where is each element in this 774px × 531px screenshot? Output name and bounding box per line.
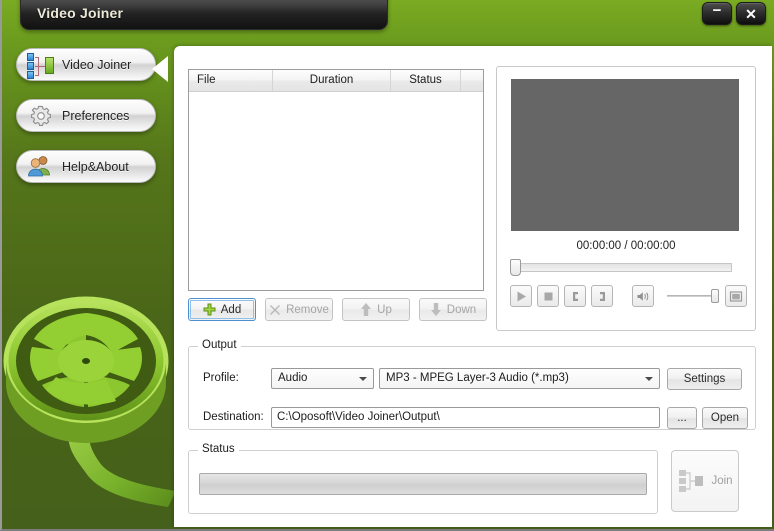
content-panel: File Duration Status Add	[174, 46, 772, 527]
merge-icon	[677, 466, 707, 496]
play-icon	[515, 290, 528, 303]
volume-thumb[interactable]	[711, 289, 719, 303]
progress-bar	[199, 473, 647, 495]
gear-icon	[26, 103, 56, 129]
video-display[interactable]	[511, 79, 739, 231]
column-header-file[interactable]: File	[189, 70, 273, 91]
join-button-label: Join	[711, 475, 732, 487]
file-list-toolbar: Add Remove Up	[188, 298, 487, 321]
mark-in-button[interactable]	[564, 285, 586, 307]
browse-button[interactable]: ...	[667, 407, 697, 429]
move-up-button[interactable]: Up	[342, 298, 410, 321]
plus-icon	[203, 303, 216, 316]
sidebar-item-label: Help&About	[62, 160, 129, 174]
people-icon	[26, 154, 56, 180]
volume-button[interactable]	[632, 285, 654, 307]
stop-button[interactable]	[537, 285, 559, 307]
output-group: Output Profile: Audio MP3 - MPEG Layer-3…	[188, 346, 756, 430]
play-button[interactable]	[510, 285, 532, 307]
sidebar-item-preferences[interactable]: Preferences	[16, 99, 156, 132]
add-button[interactable]: Add	[188, 298, 256, 321]
window-title: Video Joiner	[37, 5, 123, 21]
profile-format-select[interactable]: MP3 - MPEG Layer-3 Audio (*.mp3)	[379, 368, 660, 389]
application-window: Video Joiner − ✕ Video Joiner Preference…	[0, 0, 774, 531]
active-tab-pointer	[152, 56, 168, 82]
merge-icon	[26, 52, 56, 78]
sidebar-item-video-joiner[interactable]: Video Joiner	[16, 48, 156, 81]
minimize-button[interactable]: −	[702, 2, 732, 25]
close-button[interactable]: ✕	[736, 2, 766, 25]
preview-panel: 00:00:00 / 00:00:00	[496, 66, 756, 331]
player-controls	[510, 285, 752, 307]
sidebar: Video Joiner Preferences Help&About	[2, 48, 174, 201]
column-header-spacer	[461, 70, 483, 91]
stop-icon	[542, 290, 555, 303]
arrow-up-icon	[360, 303, 372, 316]
open-button[interactable]: Open	[702, 407, 748, 429]
move-down-button[interactable]: Down	[419, 298, 487, 321]
film-reel-graphic	[0, 263, 178, 531]
remove-button[interactable]: Remove	[265, 298, 333, 321]
mark-out-button[interactable]	[591, 285, 613, 307]
sidebar-item-label: Video Joiner	[62, 58, 131, 72]
timecode-display: 00:00:00 / 00:00:00	[497, 240, 755, 252]
move-down-button-label: Down	[447, 304, 476, 316]
file-list-body[interactable]	[189, 92, 483, 290]
chevron-down-icon	[359, 377, 367, 381]
sidebar-item-label: Preferences	[62, 109, 129, 123]
sidebar-item-help-about[interactable]: Help&About	[16, 150, 156, 183]
status-group-label: Status	[198, 443, 239, 455]
seek-thumb[interactable]	[510, 259, 521, 276]
window-controls: − ✕	[702, 2, 766, 25]
output-group-label: Output	[198, 339, 241, 351]
profile-label: Profile:	[203, 372, 239, 384]
arrow-down-icon	[430, 303, 442, 316]
fullscreen-button[interactable]	[725, 285, 747, 307]
bracket-right-icon	[596, 290, 609, 303]
fullscreen-icon	[729, 290, 743, 303]
file-list-header: File Duration Status	[189, 70, 483, 92]
move-up-button-label: Up	[377, 304, 392, 316]
column-header-duration[interactable]: Duration	[273, 70, 391, 91]
file-list[interactable]: File Duration Status	[188, 69, 484, 291]
add-button-label: Add	[221, 304, 241, 316]
bracket-left-icon	[569, 290, 582, 303]
settings-button[interactable]: Settings	[667, 368, 742, 390]
cross-icon	[269, 304, 281, 316]
column-header-status[interactable]: Status	[391, 70, 461, 91]
title-bar: Video Joiner	[20, 0, 388, 30]
profile-category-value: Audio	[278, 372, 307, 384]
remove-button-label: Remove	[286, 304, 329, 316]
chevron-down-icon	[645, 377, 653, 381]
destination-input[interactable]: C:\Oposoft\Video Joiner\Output\	[271, 407, 660, 428]
destination-label: Destination:	[203, 411, 264, 423]
volume-slider[interactable]	[667, 288, 719, 304]
seek-slider[interactable]	[510, 260, 740, 274]
status-group: Status	[188, 450, 658, 514]
profile-category-select[interactable]: Audio	[271, 368, 374, 389]
speaker-icon	[636, 290, 651, 303]
profile-format-value: MP3 - MPEG Layer-3 Audio (*.mp3)	[386, 372, 569, 384]
join-button[interactable]: Join	[671, 450, 739, 512]
seek-track	[518, 263, 732, 272]
